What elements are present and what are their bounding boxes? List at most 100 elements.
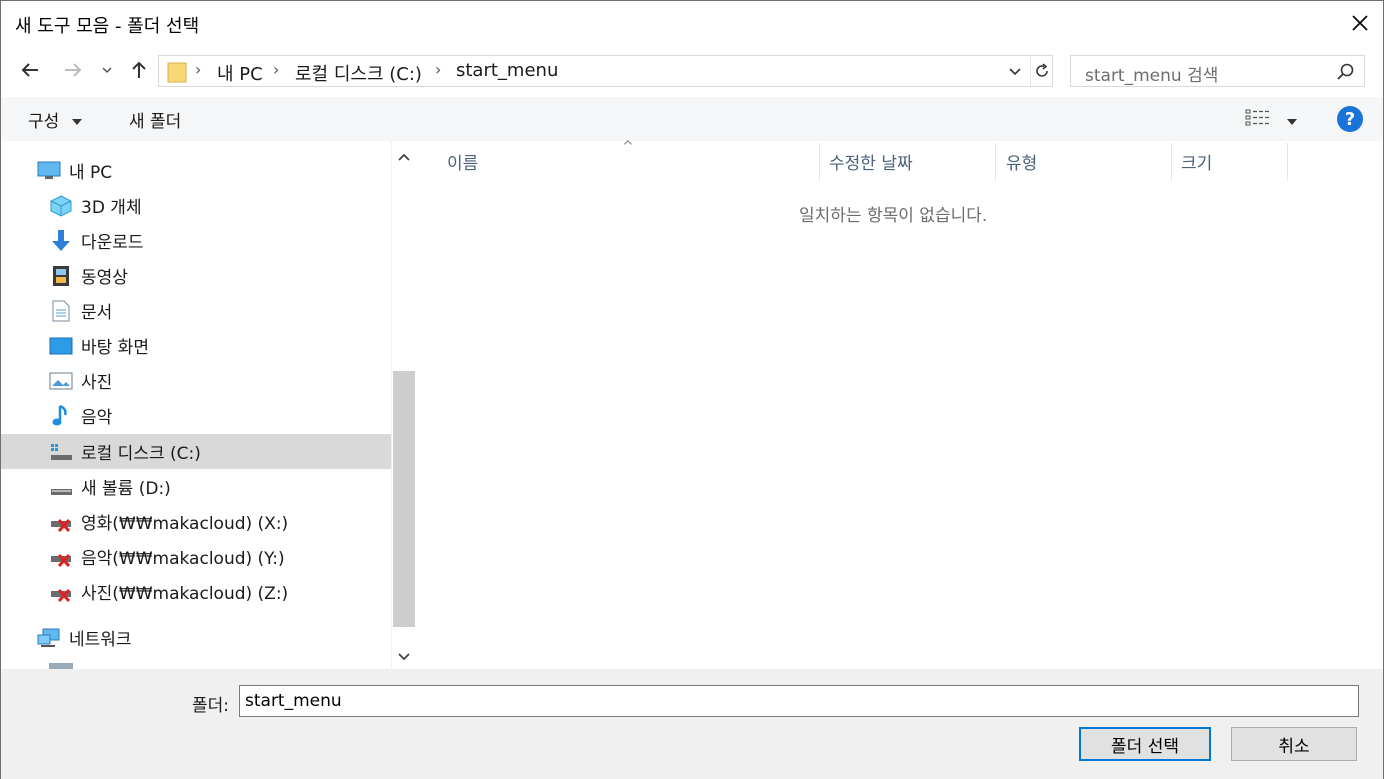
network-icon: [37, 626, 61, 650]
close-button[interactable]: [1337, 1, 1383, 45]
nav-item-network-drive-z[interactable]: 사진(₩₩makacloud) (Z:): [1, 574, 391, 609]
search-box[interactable]: start_menu 검색: [1070, 55, 1365, 87]
nav-item-new-volume-d[interactable]: 새 볼륨 (D:): [1, 469, 391, 504]
breadcrumb-this-pc[interactable]: 내 PC: [217, 60, 263, 86]
chevron-up-icon: [398, 153, 410, 161]
nav-label: 내 PC: [69, 163, 113, 183]
refresh-button[interactable]: [1030, 56, 1052, 86]
nav-label: 동영상: [81, 268, 128, 288]
select-folder-button[interactable]: 폴더 선택: [1079, 727, 1211, 761]
caret-down-icon: [71, 119, 82, 125]
window-title: 새 도구 모음 - 폴더 선택: [15, 16, 200, 37]
nav-item-desktop[interactable]: 바탕 화면: [1, 328, 391, 363]
folder-name-input[interactable]: [239, 685, 1359, 717]
video-icon: [49, 264, 73, 288]
column-header-type[interactable]: 유형: [1006, 149, 1037, 181]
breadcrumb-start-menu[interactable]: start_menu: [456, 60, 558, 81]
nav-label: 로컬 디스크 (C:): [81, 444, 201, 464]
details-view-icon: [1245, 109, 1269, 126]
pictures-icon: [49, 369, 73, 393]
chevron-down-icon: [398, 653, 410, 661]
nav-item-network-drive-x[interactable]: 영화(₩₩makacloud) (X:): [1, 504, 391, 539]
nav-item-downloads[interactable]: 다운로드: [1, 223, 391, 258]
column-header-size[interactable]: 크기: [1181, 149, 1212, 181]
command-bar: [1, 97, 1383, 141]
back-arrow-icon: [21, 63, 38, 77]
nav-label: 다운로드: [81, 233, 144, 253]
column-divider[interactable]: [1171, 143, 1172, 181]
chevron-down-icon: [102, 67, 112, 74]
back-button[interactable]: [15, 55, 45, 85]
breadcrumb-local-disk[interactable]: 로컬 디스크 (C:): [295, 60, 422, 86]
nav-item-network[interactable]: 네트워크: [1, 620, 391, 655]
nav-label: 영화(₩₩makacloud) (X:): [81, 514, 289, 534]
3d-objects-icon: [49, 194, 73, 218]
folder-icon: [167, 61, 187, 88]
local-disk-icon: [49, 440, 73, 464]
network-drive-disconnected-icon: [49, 545, 73, 569]
nav-label: 바탕 화면: [81, 338, 149, 358]
navigation-pane: 내 PC 3D 개체 다운로드 동영상 문서 바탕 화면 사진 음악 로컬 디스…: [1, 141, 417, 669]
document-icon: [49, 299, 73, 323]
desktop-icon: [49, 334, 73, 358]
nav-item-this-pc[interactable]: 내 PC: [1, 153, 391, 188]
nav-label: 3D 개체: [81, 198, 142, 218]
column-header-name[interactable]: 이름: [447, 149, 478, 181]
nav-item-local-disk-c[interactable]: 로컬 디스크 (C:): [1, 434, 391, 469]
refresh-icon: [1035, 63, 1048, 77]
nav-item-documents[interactable]: 문서: [1, 293, 391, 328]
new-folder-button[interactable]: 새 폴더: [129, 107, 181, 132]
empty-folder-message: 일치하는 항목이 없습니다.: [799, 206, 988, 226]
nav-label: 사진: [81, 373, 113, 393]
forward-arrow-icon: [65, 63, 82, 77]
column-divider[interactable]: [1287, 143, 1288, 181]
caret-down-icon: [1287, 119, 1298, 125]
organize-label: 구성: [28, 112, 60, 132]
network-drive-disconnected-icon: [49, 580, 73, 604]
download-icon: [49, 229, 73, 253]
nav-label: 사진(₩₩makacloud) (Z:): [81, 584, 289, 604]
nav-label: 음악(₩₩makacloud) (Y:): [81, 549, 285, 569]
address-history-dropdown[interactable]: [1002, 59, 1028, 83]
nav-item-pictures[interactable]: 사진: [1, 363, 391, 398]
nav-label: 새 볼륨 (D:): [81, 479, 171, 499]
cancel-button[interactable]: 취소: [1231, 727, 1357, 761]
breadcrumb-separator: ›: [273, 60, 280, 79]
help-icon: ?: [1344, 108, 1356, 130]
network-drive-disconnected-icon: [49, 510, 73, 534]
up-button[interactable]: [124, 55, 154, 85]
nav-item-3d-objects[interactable]: 3D 개체: [1, 188, 391, 223]
column-divider[interactable]: [995, 143, 996, 181]
sort-ascending-icon: ^: [622, 139, 634, 155]
nav-item-music[interactable]: 음악: [1, 398, 391, 433]
close-icon: [1352, 15, 1368, 31]
search-placeholder: start_menu 검색: [1085, 66, 1219, 86]
folder-select-dialog: 새 도구 모음 - 폴더 선택 › 내 PC › 로컬 디스크 (C:) › s…: [0, 0, 1384, 779]
recent-locations-button[interactable]: [95, 55, 119, 85]
new-folder-label: 새 폴더: [129, 112, 182, 132]
breadcrumb-separator: ›: [195, 60, 202, 79]
scroll-up-button[interactable]: [393, 146, 415, 168]
computer-icon: [37, 159, 61, 183]
folder-field-label: 폴더:: [192, 696, 230, 716]
up-arrow-icon: [132, 61, 146, 78]
scrollbar-thumb[interactable]: [393, 371, 415, 627]
scroll-down-button[interactable]: [393, 646, 415, 668]
nav-label: 네트워크: [69, 630, 132, 650]
drive-icon: [49, 475, 73, 499]
nav-item-network-drive-y[interactable]: 음악(₩₩makacloud) (Y:): [1, 539, 391, 574]
column-header-modified[interactable]: 수정한 날짜: [829, 149, 913, 181]
address-bar[interactable]: › 내 PC › 로컬 디스크 (C:) › start_menu: [158, 55, 1053, 87]
music-icon: [49, 404, 73, 428]
help-button[interactable]: ?: [1337, 106, 1363, 132]
column-divider[interactable]: [819, 143, 820, 181]
nav-item-videos[interactable]: 동영상: [1, 258, 391, 293]
breadcrumb-separator: ›: [435, 60, 442, 79]
view-options-button[interactable]: [1245, 109, 1298, 132]
organize-menu[interactable]: 구성: [28, 107, 83, 132]
search-icon: [1336, 62, 1356, 87]
nav-label: 문서: [81, 303, 113, 323]
title-bar: 새 도구 모음 - 폴더 선택: [1, 1, 1383, 45]
forward-button[interactable]: [58, 55, 88, 85]
chevron-down-icon: [1009, 68, 1021, 76]
